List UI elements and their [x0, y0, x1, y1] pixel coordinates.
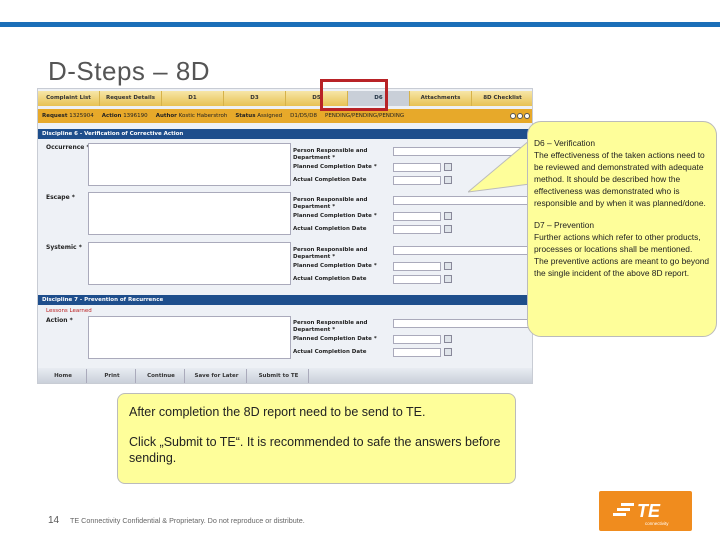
status-value: Assigned	[257, 113, 283, 119]
submit-note-box: After completion the 8D report need to b…	[117, 393, 516, 484]
te-logo-mark: TE	[637, 501, 661, 521]
page-number: 14	[48, 515, 60, 526]
d6-title: D6 – Verification	[534, 138, 595, 148]
action-actual-field[interactable]	[393, 348, 441, 357]
section-7-header: Discipline 7 - Prevention of Recurrence	[38, 295, 532, 305]
slide-title: D-Steps – 8D	[48, 56, 211, 86]
action-planned-field[interactable]	[393, 335, 441, 344]
systemic-person-label: Person Responsible and Department *	[293, 247, 368, 260]
systemic-label: Systemic *	[46, 244, 82, 251]
request-label: Request	[42, 113, 68, 119]
d7-text: Further actions which refer to other pro…	[534, 232, 701, 255]
escape-label: Escape *	[46, 194, 75, 201]
status-dots	[510, 113, 530, 119]
note-line-1: After completion the 8D report need to b…	[129, 405, 426, 419]
tab-d1[interactable]: D1	[162, 91, 224, 106]
calendar-icon[interactable]	[444, 335, 452, 343]
action-label: Action *	[46, 317, 73, 324]
action-value: 1396190	[123, 113, 148, 119]
systemic-actual-label: Actual Completion Date	[293, 276, 367, 282]
steps-value: D1/D5/D8	[290, 113, 318, 119]
occurrence-actual-label: Actual Completion Date	[293, 177, 367, 183]
home-button[interactable]: Home	[40, 369, 87, 383]
escape-actual-field[interactable]	[393, 225, 441, 234]
action-label: Action	[101, 113, 122, 119]
action-planned-label: Planned Completion Date *	[293, 336, 377, 342]
d7-title: D7 – Prevention	[534, 220, 595, 231]
submit-to-te-button[interactable]: Submit to TE	[249, 369, 309, 383]
tab-request-details[interactable]: Request Details	[100, 91, 162, 106]
d6-d7-callout: D6 – Verification The effectiveness of t…	[527, 121, 717, 337]
te-logo: TE connectivity	[599, 491, 692, 531]
systemic-planned-label: Planned Completion Date *	[293, 263, 377, 269]
systemic-textarea[interactable]	[88, 242, 291, 285]
callout-pointer	[468, 140, 530, 193]
app-screenshot: Complaint List Request Details D1 D3 D5 …	[37, 88, 533, 384]
tab-d3[interactable]: D3	[224, 91, 286, 106]
save-for-later-button[interactable]: Save for Later	[187, 369, 247, 383]
action-actual-label: Actual Completion Date	[293, 349, 367, 355]
tab-bar: Complaint List Request Details D1 D3 D5 …	[38, 91, 532, 106]
occurrence-planned-field[interactable]	[393, 163, 441, 172]
request-info-bar: Request 1325904 Action 1396190 Author Ko…	[38, 109, 532, 123]
pending-value: PENDING/PENDING/PENDING	[325, 113, 405, 119]
action-person-label: Person Responsible and Department *	[293, 320, 368, 333]
occurrence-actual-field[interactable]	[393, 176, 441, 185]
footer-text: TE Connectivity Confidential & Proprieta…	[70, 516, 305, 525]
status-dot-icon	[524, 113, 530, 119]
systemic-person-field[interactable]	[393, 246, 531, 255]
calendar-icon[interactable]	[444, 176, 452, 184]
action-person-field[interactable]	[393, 319, 531, 328]
occurrence-label: Occurrence *	[46, 144, 90, 151]
action-textarea[interactable]	[88, 316, 291, 359]
systemic-planned-field[interactable]	[393, 262, 441, 271]
escape-actual-label: Actual Completion Date	[293, 226, 367, 232]
action-button-bar: Home Print Continue Save for Later Submi…	[38, 368, 532, 383]
te-logo-sub: connectivity	[645, 521, 669, 526]
continue-button[interactable]: Continue	[138, 369, 185, 383]
tab-attachments[interactable]: Attachments	[410, 91, 472, 106]
lessons-learned-label: Lessons Learned	[46, 308, 92, 314]
escape-person-label: Person Responsible and Department *	[293, 197, 368, 210]
top-accent-bar	[0, 22, 720, 27]
d7-text-2: The preventive actions are meant to go b…	[534, 256, 710, 279]
section-6-header: Discipline 6 - Verification of Correctiv…	[38, 129, 532, 139]
tab-8d-checklist[interactable]: 8D Checklist	[472, 91, 532, 106]
author-value: Kostic Haberstroh	[178, 113, 228, 119]
occurrence-textarea[interactable]	[88, 143, 291, 186]
request-value: 1325904	[69, 113, 94, 119]
occurrence-person-label: Person Responsible and Department *	[293, 148, 368, 161]
occurrence-planned-label: Planned Completion Date *	[293, 164, 377, 170]
status-label: Status	[235, 113, 256, 119]
calendar-icon[interactable]	[444, 348, 452, 356]
note-line-2: Click „Submit to TE“. It is recommended …	[129, 435, 501, 465]
calendar-icon[interactable]	[444, 212, 452, 220]
escape-textarea[interactable]	[88, 192, 291, 235]
calendar-icon[interactable]	[444, 163, 452, 171]
calendar-icon[interactable]	[444, 262, 452, 270]
status-dot-icon	[517, 113, 523, 119]
d6-tab-highlight	[320, 79, 388, 111]
author-label: Author	[155, 113, 177, 119]
te-logo-icon: TE connectivity	[613, 501, 669, 526]
escape-planned-label: Planned Completion Date *	[293, 213, 377, 219]
systemic-actual-field[interactable]	[393, 275, 441, 284]
escape-planned-field[interactable]	[393, 212, 441, 221]
d6-text: The effectiveness of the taken actions n…	[534, 149, 706, 208]
print-button[interactable]: Print	[89, 369, 136, 383]
calendar-icon[interactable]	[444, 225, 452, 233]
tab-complaint-list[interactable]: Complaint List	[38, 91, 100, 106]
status-dot-icon	[510, 113, 516, 119]
calendar-icon[interactable]	[444, 275, 452, 283]
